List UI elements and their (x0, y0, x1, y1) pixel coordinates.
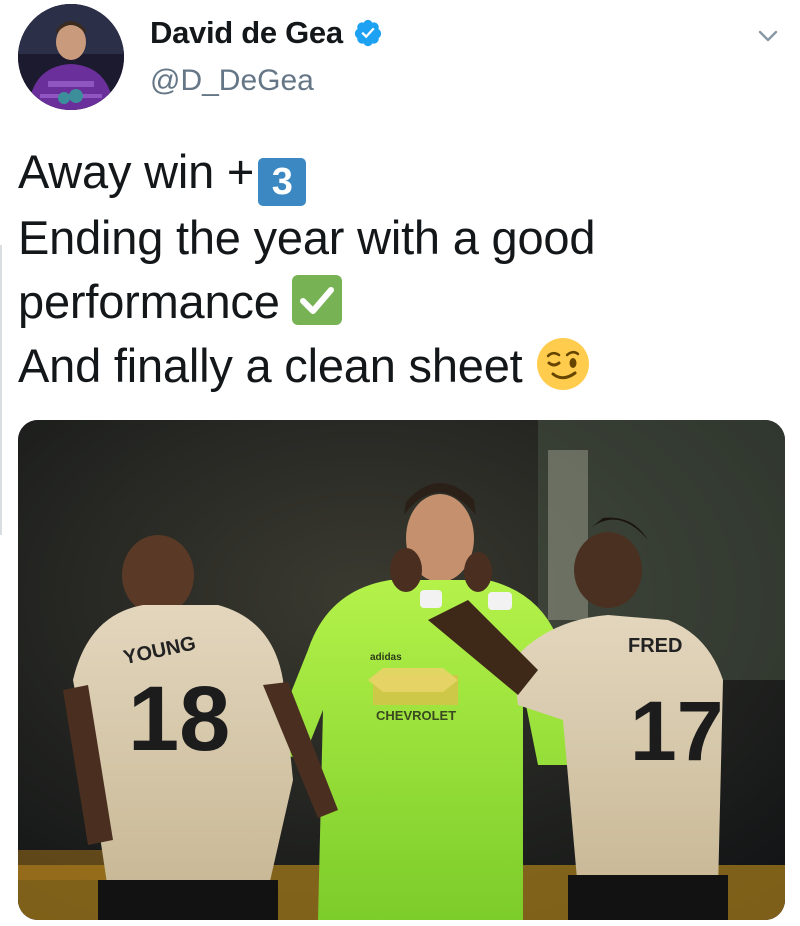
tweet-line-4: And finally a clean sheet (18, 334, 788, 398)
sponsor-label: CHEVROLET (376, 708, 456, 723)
tweet-text: Away win +3 Ending the year with a good … (18, 140, 788, 398)
tweet-line-3-text: performance (18, 275, 280, 328)
scroll-edge-divider (0, 245, 2, 535)
verified-badge-icon (353, 18, 383, 48)
brand-label: adidas (370, 652, 402, 663)
avatar-photo-icon (18, 4, 124, 110)
author-name-row: David de Gea (150, 15, 383, 51)
check-mark-icon (291, 275, 342, 325)
tweet-line-1: Away win +3 (18, 140, 788, 206)
tweet-line-3: performance (18, 270, 788, 334)
tweet-media-photo[interactable]: CHEVROLET adidas YOUNG 18 FRED 17 (18, 420, 785, 920)
football-photo-icon: CHEVROLET adidas YOUNG 18 FRED 17 (18, 420, 785, 920)
tweet-card: David de Gea @D_DeGea Away win +3 Ending… (0, 0, 800, 926)
tweet-line-4-text: And finally a clean sheet (18, 339, 523, 392)
keycap-3-icon: 3 (258, 158, 307, 206)
tweet-line-1-text: Away win + (18, 145, 255, 198)
winking-face-icon (535, 336, 591, 392)
left-jersey-number: 18 (128, 668, 230, 770)
right-jersey-number: 17 (630, 684, 723, 778)
right-jersey-name: FRED (628, 635, 682, 657)
author-handle[interactable]: @D_DeGea (150, 64, 314, 98)
tweet-line-2: Ending the year with a good (18, 211, 596, 264)
author-display-name[interactable]: David de Gea (150, 15, 343, 51)
chevron-down-icon[interactable] (754, 22, 782, 50)
author-avatar[interactable] (18, 4, 124, 110)
